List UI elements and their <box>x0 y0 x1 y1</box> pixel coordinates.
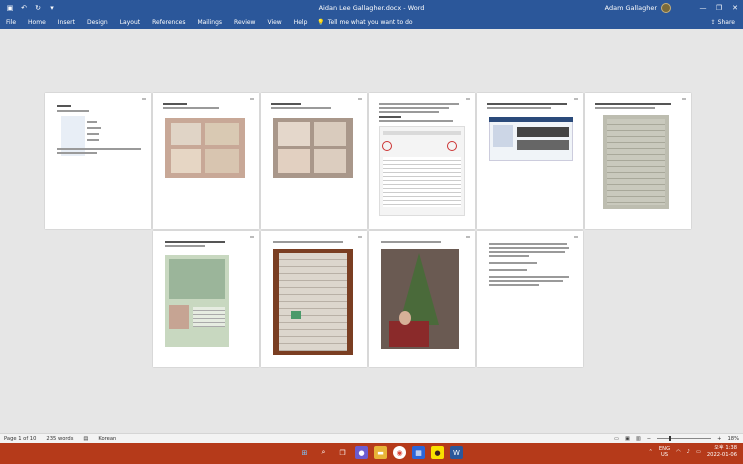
word-app-icon[interactable]: W <box>450 446 463 459</box>
page-count[interactable]: Page 1 of 10 <box>4 436 36 442</box>
zoom-slider[interactable] <box>657 436 712 441</box>
battery-icon[interactable]: ▭ <box>696 449 701 455</box>
windows-taskbar: ⊞ ⌕ ❐ ● ▬ ◉ ▦ ● W ⌃ ENG US ◠ ♪ ▭ 오후 1:38… <box>0 443 743 464</box>
clock[interactable]: 오후 1:38 2022-01-06 <box>707 445 737 458</box>
close-icon[interactable]: ✕ <box>727 0 743 16</box>
window-controls: — ❐ ✕ <box>695 0 743 16</box>
teams-chat-icon[interactable]: ● <box>355 446 368 459</box>
page-thumbnail[interactable] <box>45 93 151 229</box>
tray-overflow-icon[interactable]: ⌃ <box>649 449 653 455</box>
print-layout-icon[interactable]: ▣ <box>625 436 630 442</box>
document-canvas[interactable] <box>0 29 743 433</box>
tab-view[interactable]: View <box>261 16 287 29</box>
customize-qat-icon[interactable]: ▾ <box>48 4 56 12</box>
tab-help[interactable]: Help <box>288 16 314 29</box>
search-icon[interactable]: ⌕ <box>317 446 330 459</box>
title-bar: ▣ ↶ ↻ ▾ Aidan Lee Gallagher.docx - Word … <box>0 0 743 16</box>
tell-me-label: Tell me what you want to do <box>327 19 413 26</box>
share-label: Share <box>717 19 735 26</box>
page-thumbnail[interactable] <box>369 93 475 229</box>
tab-mailings[interactable]: Mailings <box>191 16 228 29</box>
zoom-level[interactable]: 18% <box>727 436 739 442</box>
status-bar: Page 1 of 10 235 words ▤ Korean ▭ ▣ ▥ − … <box>0 433 743 443</box>
maximize-icon[interactable]: ❐ <box>711 0 727 16</box>
web-layout-icon[interactable]: ▥ <box>636 436 641 442</box>
user-name[interactable]: Adam Gallagher <box>605 4 657 12</box>
tab-insert[interactable]: Insert <box>52 16 81 29</box>
share-icon: ⇪ <box>710 19 716 26</box>
tell-me-search[interactable]: 💡 Tell me what you want to do <box>317 19 412 26</box>
wifi-icon[interactable]: ◠ <box>676 449 681 455</box>
zoom-in-icon[interactable]: + <box>717 436 721 442</box>
redo-icon[interactable]: ↻ <box>34 4 42 12</box>
task-view-icon[interactable]: ❐ <box>336 446 349 459</box>
tab-home[interactable]: Home <box>22 16 52 29</box>
tab-layout[interactable]: Layout <box>114 16 146 29</box>
language-status[interactable]: Korean <box>98 436 116 442</box>
word-count[interactable]: 235 words <box>46 436 73 442</box>
avatar[interactable] <box>661 3 671 13</box>
page-thumbnail[interactable] <box>261 231 367 367</box>
input-language[interactable]: ENG US <box>659 446 670 458</box>
chrome-icon[interactable]: ◉ <box>393 446 406 459</box>
page-thumbnail[interactable] <box>477 93 583 229</box>
share-button[interactable]: ⇪ Share <box>711 19 735 26</box>
ribbon-tabs: File Home Insert Design Layout Reference… <box>0 16 743 29</box>
tab-references[interactable]: References <box>146 16 191 29</box>
system-tray: ⌃ ENG US ◠ ♪ ▭ 오후 1:38 2022-01-06 <box>649 445 737 458</box>
zoom-out-icon[interactable]: − <box>647 436 651 442</box>
page-thumbnail[interactable] <box>261 93 367 229</box>
tab-review[interactable]: Review <box>228 16 261 29</box>
minimize-icon[interactable]: — <box>695 0 711 16</box>
page-thumbnail[interactable] <box>369 231 475 367</box>
tab-file[interactable]: File <box>0 16 22 29</box>
page-thumbnail[interactable] <box>153 93 259 229</box>
lightbulb-icon: 💡 <box>317 19 325 26</box>
save-icon[interactable]: ▣ <box>6 4 14 12</box>
page-thumbnail[interactable] <box>585 93 691 229</box>
quick-access-toolbar: ▣ ↶ ↻ ▾ <box>0 0 56 16</box>
windows-start-icon[interactable]: ⊞ <box>298 446 311 459</box>
page-thumbnail[interactable] <box>477 231 583 367</box>
kakaotalk-icon[interactable]: ● <box>431 446 444 459</box>
word-window: ▣ ↶ ↻ ▾ Aidan Lee Gallagher.docx - Word … <box>0 0 743 464</box>
file-explorer-icon[interactable]: ▬ <box>374 446 387 459</box>
page-thumbnail[interactable] <box>153 231 259 367</box>
volume-icon[interactable]: ♪ <box>687 449 690 455</box>
tab-design[interactable]: Design <box>81 16 114 29</box>
store-icon[interactable]: ▦ <box>412 446 425 459</box>
read-mode-icon[interactable]: ▭ <box>614 436 619 442</box>
proofing-icon[interactable]: ▤ <box>83 436 88 442</box>
undo-icon[interactable]: ↶ <box>20 4 28 12</box>
